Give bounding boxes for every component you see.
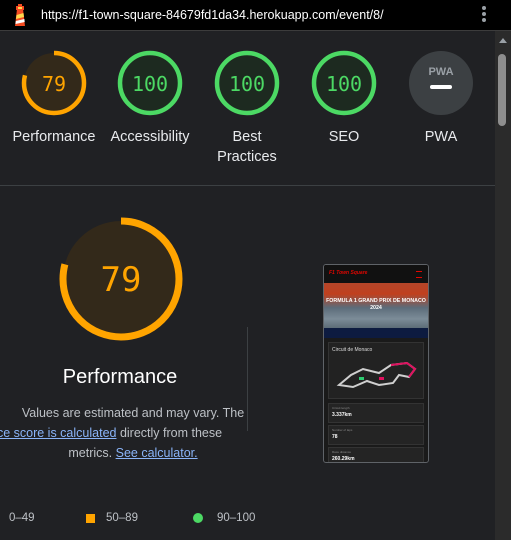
- section-divider: [0, 185, 495, 186]
- gauge-label-line: Practices: [217, 149, 277, 165]
- thumb-brand: F1 Town Square: [329, 270, 368, 276]
- gauge-arc-icon: 100: [214, 50, 280, 116]
- vertical-divider: [247, 327, 248, 431]
- gauge-label: Accessibility: [110, 129, 190, 145]
- thumb-stat-value: 3.337km: [332, 412, 352, 418]
- circle-icon: [193, 513, 203, 523]
- legend-range: 90–100: [217, 512, 256, 524]
- thumb-circuit-card: Circuit de Monaco: [328, 342, 424, 399]
- thumb-stat-label: Number of laps: [332, 428, 353, 432]
- gauge-score: 100: [326, 72, 362, 96]
- thumb-stat: Number of laps 78: [328, 425, 424, 445]
- thumb-stat-value: 78: [332, 434, 338, 440]
- legend-fail: 0–49: [9, 512, 35, 524]
- score-calculated-link[interactable]: performance score is calculated: [0, 426, 116, 440]
- kebab-menu-icon[interactable]: [478, 4, 490, 26]
- gauge-label-line: Best: [232, 129, 262, 145]
- note-line: Values are estimated and may vary. The: [21, 406, 245, 420]
- legend-range: 0–49: [9, 512, 35, 524]
- lighthouse-icon: [15, 4, 25, 26]
- thumb-header: F1 Town Square: [324, 265, 428, 283]
- thumb-stat: Circuit length 3.337km: [328, 403, 424, 423]
- gauge-score: 100: [132, 72, 168, 96]
- scroll-up-arrow-icon[interactable]: [499, 38, 507, 43]
- performance-main-gauge[interactable]: 79: [59, 217, 183, 341]
- note-line: performance score is calculated directly…: [0, 423, 222, 443]
- thumb-stat-label: Race distance: [332, 450, 352, 454]
- thumb-stat: Race distance 260.29km: [328, 447, 424, 462]
- pwa-badge-text: PWA: [428, 66, 453, 78]
- legend-average: 50–89: [86, 512, 138, 524]
- main-score: 79: [101, 260, 142, 300]
- gauge-pwa[interactable]: PWA PWA: [393, 50, 489, 147]
- legend-pass: 90–100: [193, 512, 255, 524]
- category-gauges: 79 Performance 100 Accessibility 100 Bes…: [0, 31, 495, 185]
- note-text: directly from these: [116, 426, 223, 440]
- gauge-label: PWA: [424, 129, 458, 145]
- square-icon: [86, 513, 95, 523]
- gauge-arc-icon: 79: [21, 50, 87, 116]
- circuit-map-icon: [336, 361, 417, 389]
- note-line: metrics. See calculator.: [0, 443, 266, 463]
- gauge-label: Best Practices: [199, 127, 295, 167]
- thumb-hero: FORMULA 1 GRAND PRIX DE MONACO 2024: [324, 283, 428, 338]
- gauge-score: 100: [229, 72, 265, 96]
- gauge-seo[interactable]: 100 SEO: [296, 50, 392, 147]
- thumb-stat-label: Circuit length: [332, 406, 350, 410]
- gauge-label: Performance: [12, 129, 96, 145]
- page-url: https://f1-town-square-84679fd1da34.hero…: [41, 8, 384, 22]
- pwa-badge-icon: PWA: [409, 51, 473, 115]
- gauge-arc-icon: 100: [117, 50, 183, 116]
- note-text: metrics.: [68, 446, 113, 460]
- gauge-performance[interactable]: 79 Performance: [6, 50, 102, 147]
- report-content: 79 Performance 100 Accessibility 100 Bes…: [0, 31, 495, 540]
- thumb-stat-value: 260.29km: [332, 456, 355, 462]
- gauge-score: 79: [42, 72, 66, 96]
- address-bar: https://f1-town-square-84679fd1da34.hero…: [0, 0, 511, 31]
- gauge-accessibility[interactable]: 100 Accessibility: [102, 50, 198, 147]
- hamburger-icon: [416, 271, 422, 278]
- see-calculator-link[interactable]: See calculator.: [116, 446, 198, 460]
- scrollbar-thumb[interactable]: [498, 54, 506, 126]
- page-screenshot-thumbnail[interactable]: F1 Town Square FORMULA 1 GRAND PRIX DE M…: [323, 264, 429, 463]
- score-note: Values are estimated and may vary. The p…: [0, 403, 266, 463]
- gauge-label: SEO: [328, 129, 360, 145]
- legend-range: 50–89: [106, 512, 138, 524]
- main-title: Performance: [62, 366, 178, 388]
- gauge-best-practices[interactable]: 100 Best Practices: [199, 50, 295, 167]
- thumb-circuit-title: Circuit de Monaco: [332, 347, 373, 353]
- thumb-hero-title: FORMULA 1 GRAND PRIX DE MONACO 2024: [326, 298, 426, 311]
- gauge-arc-icon: 100: [311, 50, 377, 116]
